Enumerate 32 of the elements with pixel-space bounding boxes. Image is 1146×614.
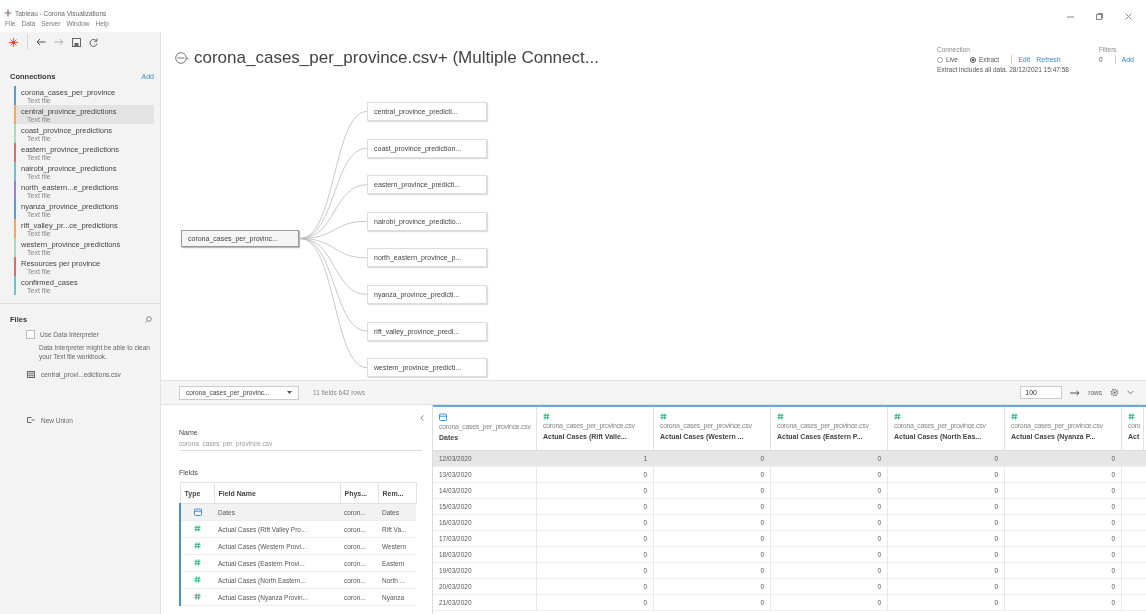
hash-icon <box>194 593 201 600</box>
collapse-icon[interactable] <box>420 415 424 421</box>
close-icon[interactable] <box>1125 13 1132 20</box>
hash-icon <box>1128 413 1135 420</box>
hash-icon <box>194 559 201 566</box>
calendar-icon <box>439 413 447 421</box>
back-icon[interactable] <box>36 38 46 46</box>
settings-icon[interactable] <box>1110 388 1119 397</box>
hash-icon <box>194 525 201 532</box>
refresh-icon[interactable] <box>89 37 98 47</box>
radio-button[interactable] <box>969 56 976 63</box>
save-icon[interactable] <box>72 37 81 47</box>
checkbox[interactable] <box>26 330 35 339</box>
union-icon <box>27 416 35 424</box>
table-icon <box>27 371 35 378</box>
caret-icon <box>287 391 292 394</box>
hash-icon <box>777 413 784 420</box>
app-logo-icon <box>4 9 12 17</box>
hash-icon <box>543 413 550 420</box>
hash-icon <box>660 413 667 420</box>
hash-icon <box>1011 413 1018 420</box>
arrow-icon[interactable] <box>1070 389 1081 396</box>
forward-icon[interactable] <box>54 38 64 46</box>
logo-icon[interactable] <box>8 36 19 48</box>
hash-icon <box>194 542 201 549</box>
chevron-down-icon[interactable] <box>1127 390 1134 395</box>
maximize-icon[interactable] <box>1096 13 1103 20</box>
hash-icon <box>194 576 201 583</box>
search-icon[interactable] <box>145 315 152 323</box>
calendar-icon <box>193 507 202 516</box>
data-source-title[interactable]: corona_cases_per_province.csv+ (Multiple Connect... <box>194 48 599 68</box>
hash-icon <box>894 413 901 420</box>
